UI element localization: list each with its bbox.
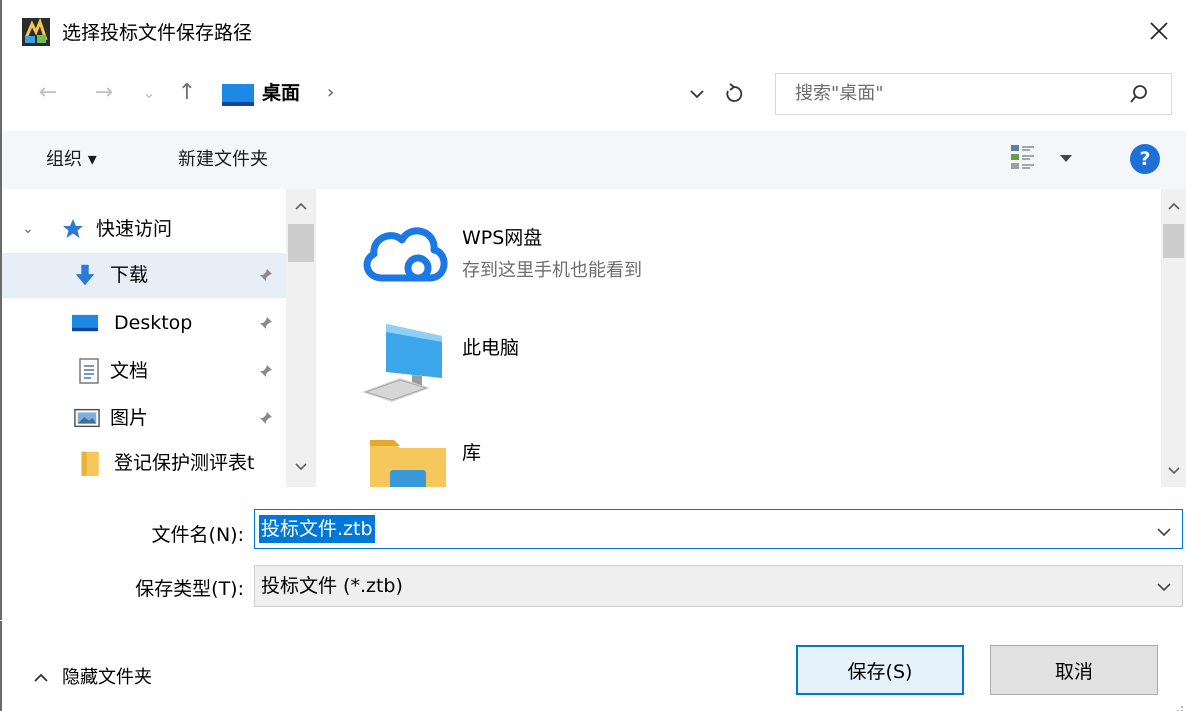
scroll-up-icon[interactable] [288,197,314,215]
organize-button[interactable]: 组织 ▾ [46,147,97,173]
pin-icon[interactable] [258,363,274,379]
back-button[interactable]: ← [32,78,64,106]
view-options-icon[interactable] [1010,143,1036,171]
sidebar-item-quick-access[interactable]: ⌄ 快速访问 [2,207,288,252]
content-scrollbar-thumb[interactable] [1163,224,1184,258]
library-folder-icon [370,440,446,487]
close-button[interactable] [1140,14,1178,48]
content-item-subtitle: 存到这里手机也能看到 [462,260,642,281]
new-folder-button[interactable]: 新建文件夹 [178,147,268,173]
filetype-dropdown-button[interactable] [1152,575,1176,599]
content-item-title[interactable]: 此电脑 [462,335,519,361]
filetype-selected-value[interactable]: 投标文件 (*.ztb) [261,573,403,599]
app-icon [22,17,50,46]
sidebar-item-downloads[interactable]: 下载 [2,253,288,298]
cloud-icon [363,227,448,282]
filename-dropdown-button[interactable] [1152,520,1176,544]
sidebar-item-label: 下载 [110,264,149,286]
search-icon [1130,85,1147,103]
star-icon [63,219,83,238]
chevron-down-icon [690,90,704,99]
footer-divider [0,620,1186,621]
content-item-title[interactable]: WPS网盘 [462,225,542,251]
window-title: 选择投标文件保存路径 [62,22,253,44]
address-location[interactable]: 桌面 [262,80,300,106]
computer-icon [362,324,442,402]
navigation-scrollbar-thumb[interactable] [288,224,314,262]
hide-folders-toggle[interactable]: 隐藏文件夹 [34,665,152,691]
cancel-button[interactable]: 取消 [990,645,1158,695]
sidebar-item-folder[interactable]: 登记保护测评表t [2,441,288,487]
resize-grip-icon[interactable] [1172,698,1184,711]
scroll-down-icon[interactable] [288,458,314,476]
desktop-location-icon [222,84,254,106]
refresh-icon [726,83,743,102]
pin-icon[interactable] [258,267,274,283]
sidebar-item-label: 登记保护测评表t [114,452,255,474]
filename-label: 文件名(N): [151,524,244,546]
sidebar-item-label: 文档 [110,360,149,382]
chevron-up-icon [34,673,48,682]
address-chevron-icon[interactable]: › [327,80,334,106]
forward-arrow-icon: → [94,79,114,105]
filename-input-value[interactable]: 投标文件.ztb [259,515,375,543]
document-icon [79,358,99,384]
help-icon: ? [1139,148,1151,170]
sidebar-item-label: 图片 [110,407,149,429]
content-item-this-pc[interactable] [356,320,452,404]
pin-icon[interactable] [258,410,274,426]
save-button[interactable]: 保存(S) [796,645,964,695]
address-dropdown-button[interactable] [684,81,710,107]
chevron-down-icon [1157,582,1171,591]
sidebar-item-documents[interactable]: 文档 [2,349,288,394]
sidebar-item-label: Desktop [114,312,193,334]
filetype-label: 保存类型(T): [135,578,244,600]
sidebar-item-pictures[interactable]: 图片 [2,396,288,441]
expand-chevron-icon[interactable]: ⌄ [22,216,34,242]
triangle-down-icon [1060,155,1072,162]
refresh-button[interactable] [720,78,748,108]
content-item-wps-cloud[interactable] [358,216,458,286]
pictures-icon [74,408,100,428]
back-arrow-icon: ← [38,79,58,105]
up-arrow-icon: ↑ [177,79,197,105]
scroll-up-icon[interactable] [1161,197,1186,215]
content-item-library[interactable] [368,436,448,487]
search-input[interactable]: 搜索"桌面" [795,81,884,107]
desktop-icon [72,314,98,332]
chevron-down-icon: ⌄ [142,82,156,102]
chevron-down-icon [1157,527,1171,536]
help-button[interactable]: ? [1130,144,1160,174]
pin-icon[interactable] [258,315,274,331]
recent-locations-button[interactable]: ⌄ [138,78,160,106]
folder-icon [81,451,99,476]
sidebar-item-label: 快速访问 [96,218,173,240]
close-icon [1150,22,1168,40]
up-button[interactable]: ↑ [172,78,202,106]
forward-button[interactable]: → [88,78,120,106]
scroll-down-icon[interactable] [1161,462,1186,480]
filename-field[interactable] [254,509,1183,549]
hide-folders-label: 隐藏文件夹 [62,667,152,688]
download-icon [75,264,95,286]
sidebar-item-desktop[interactable]: Desktop [2,301,288,346]
content-item-title[interactable]: 库 [462,440,481,466]
search-button[interactable] [1124,80,1154,108]
view-dropdown-button[interactable] [1058,150,1074,166]
